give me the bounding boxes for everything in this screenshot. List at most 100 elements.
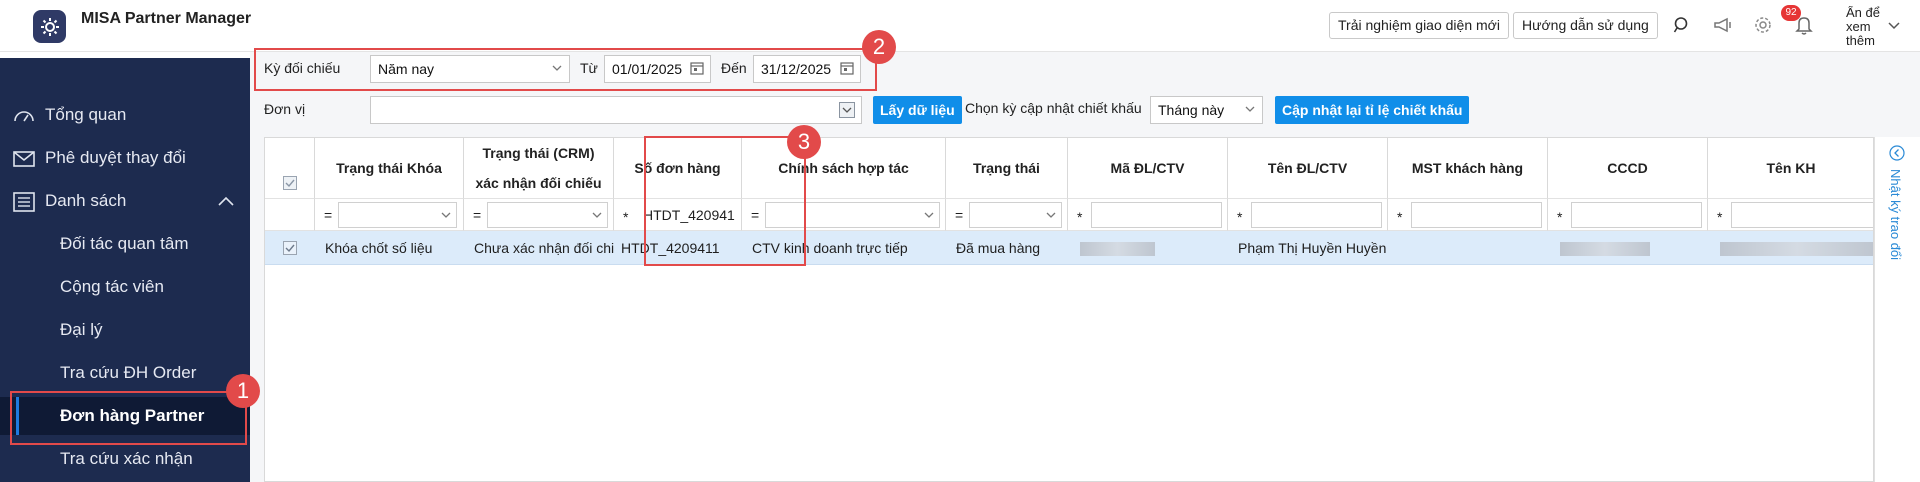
annotation-marker-2: 2: [862, 30, 896, 64]
table-row[interactable]: Khóa chốt số liệu Chưa xác nhận đối chiế…: [265, 231, 1873, 265]
sidebar-item-overview[interactable]: Tổng quan: [0, 96, 250, 134]
dashboard-icon: [14, 111, 34, 122]
sidebar-item-label: Cộng tác viên: [60, 277, 164, 296]
dropdown-toggle-icon[interactable]: [839, 102, 855, 118]
sidebar-item-label: Tra cứu xác nhận: [60, 449, 193, 468]
filter-operator[interactable]: *: [623, 209, 628, 225]
app-logo[interactable]: [33, 10, 66, 43]
filter-customer-name-input[interactable]: [1731, 202, 1873, 228]
sidebar-item-label: Tra cứu ĐH Order: [60, 363, 197, 382]
filter-lock-status[interactable]: =: [315, 198, 464, 231]
cell-status: Đã mua hàng: [956, 240, 1041, 256]
col-header-crm-status-line1: Trạng thái (CRM): [482, 145, 595, 161]
app-title: MISA Partner Manager: [81, 10, 252, 27]
sidebar-item-label: Đại lý: [60, 320, 103, 339]
filter-operator[interactable]: *: [1077, 209, 1082, 225]
chevron-down-icon: [924, 212, 934, 218]
filter-operator[interactable]: =: [955, 207, 963, 223]
new-ui-button[interactable]: Trải nghiệm giao diện mới: [1329, 12, 1509, 39]
col-header-id-card[interactable]: CCCD: [1548, 138, 1708, 198]
filter-status-select[interactable]: [969, 202, 1062, 228]
annotation-marker-3: 3: [787, 125, 821, 159]
list-icon: [13, 192, 35, 212]
settings-icon[interactable]: [1751, 13, 1775, 37]
filter-operator[interactable]: *: [1557, 209, 1562, 225]
col-header-customer-name[interactable]: Tên KH: [1708, 138, 1873, 198]
chevron-down-icon: [441, 212, 451, 218]
activity-log-panel[interactable]: Nhật ký trao đổi: [1874, 137, 1920, 482]
col-header-agent-code[interactable]: Mã ĐL/CTV: [1068, 138, 1228, 198]
orders-grid: Trạng thái Khóa Trạng thái (CRM) xác nhậ…: [264, 137, 1874, 482]
update-discount-button[interactable]: Cập nhật lại tỉ lệ chiết khấu: [1275, 96, 1470, 124]
hide-more-label[interactable]: Ẩn để xem thêm: [1846, 6, 1882, 52]
col-header-lock-status[interactable]: Trạng thái Khóa: [315, 138, 464, 198]
top-bar: MISA Partner Manager Trải nghiệm giao di…: [0, 0, 1920, 52]
annotation-box-3: [644, 136, 806, 266]
discount-period-select[interactable]: Tháng này: [1150, 96, 1263, 124]
unit-select[interactable]: [370, 96, 862, 124]
filter-id-card-input[interactable]: [1571, 202, 1702, 228]
filter-operator[interactable]: *: [1397, 209, 1402, 225]
filter-operator[interactable]: =: [324, 207, 332, 223]
sidebar-item-label: Phê duyệt thay đổi: [45, 148, 186, 167]
filter-id-card[interactable]: *: [1548, 198, 1708, 231]
select-all-header[interactable]: [265, 138, 315, 198]
gear-logo-icon: [40, 17, 59, 36]
filter-tax-code[interactable]: *: [1388, 198, 1548, 231]
cell-agent-name: Phạm Thị Huyền Huyền: [1238, 240, 1387, 256]
filter-lock-status-select[interactable]: [338, 202, 457, 228]
load-data-button[interactable]: Lấy dữ liệu: [873, 96, 962, 124]
filter-agent-name-input[interactable]: [1251, 202, 1382, 228]
sidebar-item-approvals[interactable]: Phê duyệt thay đổi: [0, 139, 250, 177]
cell-lock-status: Khóa chốt số liệu: [325, 240, 433, 256]
col-header-tax-code[interactable]: MST khách hàng: [1388, 138, 1548, 198]
sidebar-item-label: Đối tác quan tâm: [60, 234, 189, 253]
annotation-marker-1: 1: [226, 374, 260, 408]
sidebar-item-confirmation-lookup[interactable]: Tra cứu xác nhận: [0, 440, 250, 478]
sidebar-item-lists[interactable]: Danh sách: [0, 182, 250, 220]
filter-customer-name[interactable]: *: [1708, 198, 1873, 231]
cell-id-card-redacted: [1560, 242, 1650, 256]
filter-operator[interactable]: *: [1717, 209, 1722, 225]
notification-badge: 92: [1781, 5, 1801, 21]
sidebar-item-interested-partners[interactable]: Đối tác quan tâm: [0, 225, 250, 263]
chevron-down-icon[interactable]: [1887, 18, 1901, 34]
chevron-up-icon[interactable]: [217, 195, 235, 207]
discount-period-value: Tháng này: [1158, 102, 1225, 118]
sidebar-item-order-lookup[interactable]: Tra cứu ĐH Order: [0, 354, 250, 392]
filter-tax-code-input[interactable]: [1411, 202, 1542, 228]
annotation-box-2: [254, 48, 877, 91]
row-checkbox[interactable]: [283, 241, 297, 255]
guide-button[interactable]: Hướng dẫn sử dụng: [1513, 12, 1658, 39]
sidebar-item-agents[interactable]: Đại lý: [0, 311, 250, 349]
filter-agent-code-input[interactable]: [1091, 202, 1222, 228]
annotation-box-1: [10, 391, 247, 445]
cell-agent-code-redacted: [1080, 242, 1155, 256]
filter-crm-status-select[interactable]: [487, 202, 608, 228]
chevron-down-icon: [1245, 106, 1255, 112]
unit-label: Đơn vị: [264, 101, 306, 117]
chevron-down-icon: [592, 212, 602, 218]
filter-crm-status[interactable]: =: [464, 198, 614, 231]
col-header-crm-status[interactable]: Trạng thái (CRM) xác nhận đối chiếu: [464, 138, 614, 198]
cell-customer-name-redacted: [1720, 242, 1873, 256]
mail-icon: [13, 151, 35, 167]
sidebar-item-collaborators[interactable]: Cộng tác viên: [0, 268, 250, 306]
sidebar-item-label: Danh sách: [45, 191, 127, 210]
filter-agent-name[interactable]: *: [1228, 198, 1388, 231]
filter-agent-code[interactable]: *: [1068, 198, 1228, 231]
filter-cell-empty: [265, 198, 315, 231]
filter-status[interactable]: =: [946, 198, 1068, 231]
discount-period-label: Chọn kỳ cập nhật chiết khấu: [965, 100, 1142, 116]
chevron-left-circle-icon[interactable]: [1889, 145, 1905, 161]
col-header-status[interactable]: Trạng thái: [946, 138, 1068, 198]
chevron-down-icon: [1046, 212, 1056, 218]
activity-log-label[interactable]: Nhật ký trao đổi: [1888, 169, 1903, 260]
megaphone-icon[interactable]: [1711, 13, 1735, 37]
search-icon[interactable]: [1670, 13, 1694, 37]
select-all-checkbox[interactable]: [283, 176, 297, 190]
col-header-agent-name[interactable]: Tên ĐL/CTV: [1228, 138, 1388, 198]
col-header-crm-status-line2: xác nhận đối chiếu: [475, 175, 602, 191]
filter-operator[interactable]: =: [473, 207, 481, 223]
filter-operator[interactable]: *: [1237, 209, 1242, 225]
